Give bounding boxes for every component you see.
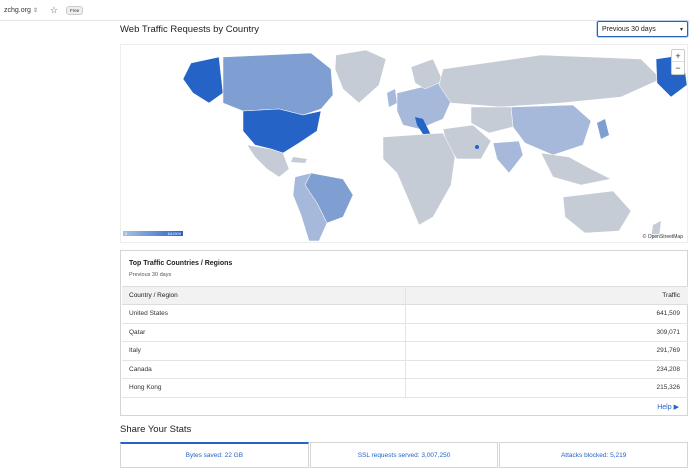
country-canada <box>222 52 334 116</box>
plan-badge: Free <box>65 5 84 15</box>
period-select-value: Previous 30 days <box>602 25 656 33</box>
table-row: United States 641,509 <box>122 305 688 324</box>
legend-min: 0 <box>125 231 128 236</box>
country-greenland <box>334 49 387 104</box>
country-se-asia <box>540 152 612 186</box>
site-identity[interactable]: zchg.org ⇕ <box>4 7 38 14</box>
country-africa <box>382 132 456 226</box>
cell-traffic: 309,071 <box>656 328 681 336</box>
card-subtitle: Previous 30 days <box>129 272 172 278</box>
world-traffic-map[interactable]: + − 0 641509 © OpenStreetMap <box>120 44 688 243</box>
cell-traffic: 234,208 <box>656 365 681 373</box>
table-header: Country / Region Traffic <box>122 286 688 305</box>
chevron-down-icon: ▾ <box>679 26 683 33</box>
map-credit[interactable]: © OpenStreetMap <box>640 234 685 240</box>
share-stats: Bytes saved: 22 GB SSL requests served: … <box>120 442 689 468</box>
cell-traffic: 291,769 <box>656 347 681 355</box>
browser-topbar: zchg.org ⇕ ☆ Free <box>0 0 690 20</box>
card-title: Top Traffic Countries / Regions <box>129 260 233 267</box>
country-alaska <box>182 56 224 104</box>
country-india <box>492 140 524 174</box>
country-china <box>510 104 592 156</box>
cell-country: Italy <box>122 342 406 360</box>
country-uk <box>387 89 397 107</box>
country-caribbean <box>291 157 307 163</box>
divider <box>0 20 690 21</box>
col-country-header[interactable]: Country / Region <box>122 287 406 304</box>
traffic-table: Country / Region Traffic United States 6… <box>122 286 688 398</box>
cell-traffic: 215,326 <box>656 384 681 392</box>
chevron-updown-icon: ⇕ <box>32 7 38 14</box>
country-australia <box>562 190 632 234</box>
table-row: Hong Kong 215,326 <box>122 379 688 398</box>
site-name: zchg.org <box>4 6 31 14</box>
legend-max: 641509 <box>167 231 181 236</box>
map-canvas <box>182 49 687 242</box>
cell-traffic: 641,509 <box>656 310 681 318</box>
top-countries-card: Top Traffic Countries / Regions Previous… <box>120 250 688 416</box>
cell-country: Qatar <box>122 323 406 341</box>
col-traffic-header[interactable]: Traffic <box>406 292 688 299</box>
zoom-out-button[interactable]: − <box>672 62 684 74</box>
star-icon[interactable]: ☆ <box>50 5 58 16</box>
play-triangle-icon: ▶ <box>673 404 679 411</box>
stat-ssl-requests[interactable]: SSL requests served: 3,007,250 <box>309 442 499 468</box>
stat-attacks-blocked[interactable]: Attacks blocked: 5,219 <box>499 442 689 468</box>
zoom-in-button[interactable]: + <box>672 50 684 62</box>
stat-bytes-saved[interactable]: Bytes saved: 22 GB <box>120 442 309 468</box>
country-japan <box>597 119 609 139</box>
country-russia <box>438 54 662 108</box>
zoom-controls: + − <box>671 49 685 75</box>
cell-country: Canada <box>122 360 406 378</box>
help-label: Help <box>657 403 672 411</box>
table-row: Canada 234,208 <box>122 360 688 379</box>
table-row: Qatar 309,071 <box>122 323 688 342</box>
help-link[interactable]: Help ▶ <box>657 403 679 412</box>
table-row: Italy 291,769 <box>122 342 688 361</box>
share-title: Share Your Stats <box>120 424 192 435</box>
page-title: Web Traffic Requests by Country <box>120 24 260 35</box>
cell-country: Hong Kong <box>122 379 406 397</box>
cell-country: United States <box>122 305 406 323</box>
map-legend: 0 641509 <box>123 231 183 236</box>
country-qatar <box>475 145 479 149</box>
period-select[interactable]: Previous 30 days ▾ <box>597 21 688 37</box>
